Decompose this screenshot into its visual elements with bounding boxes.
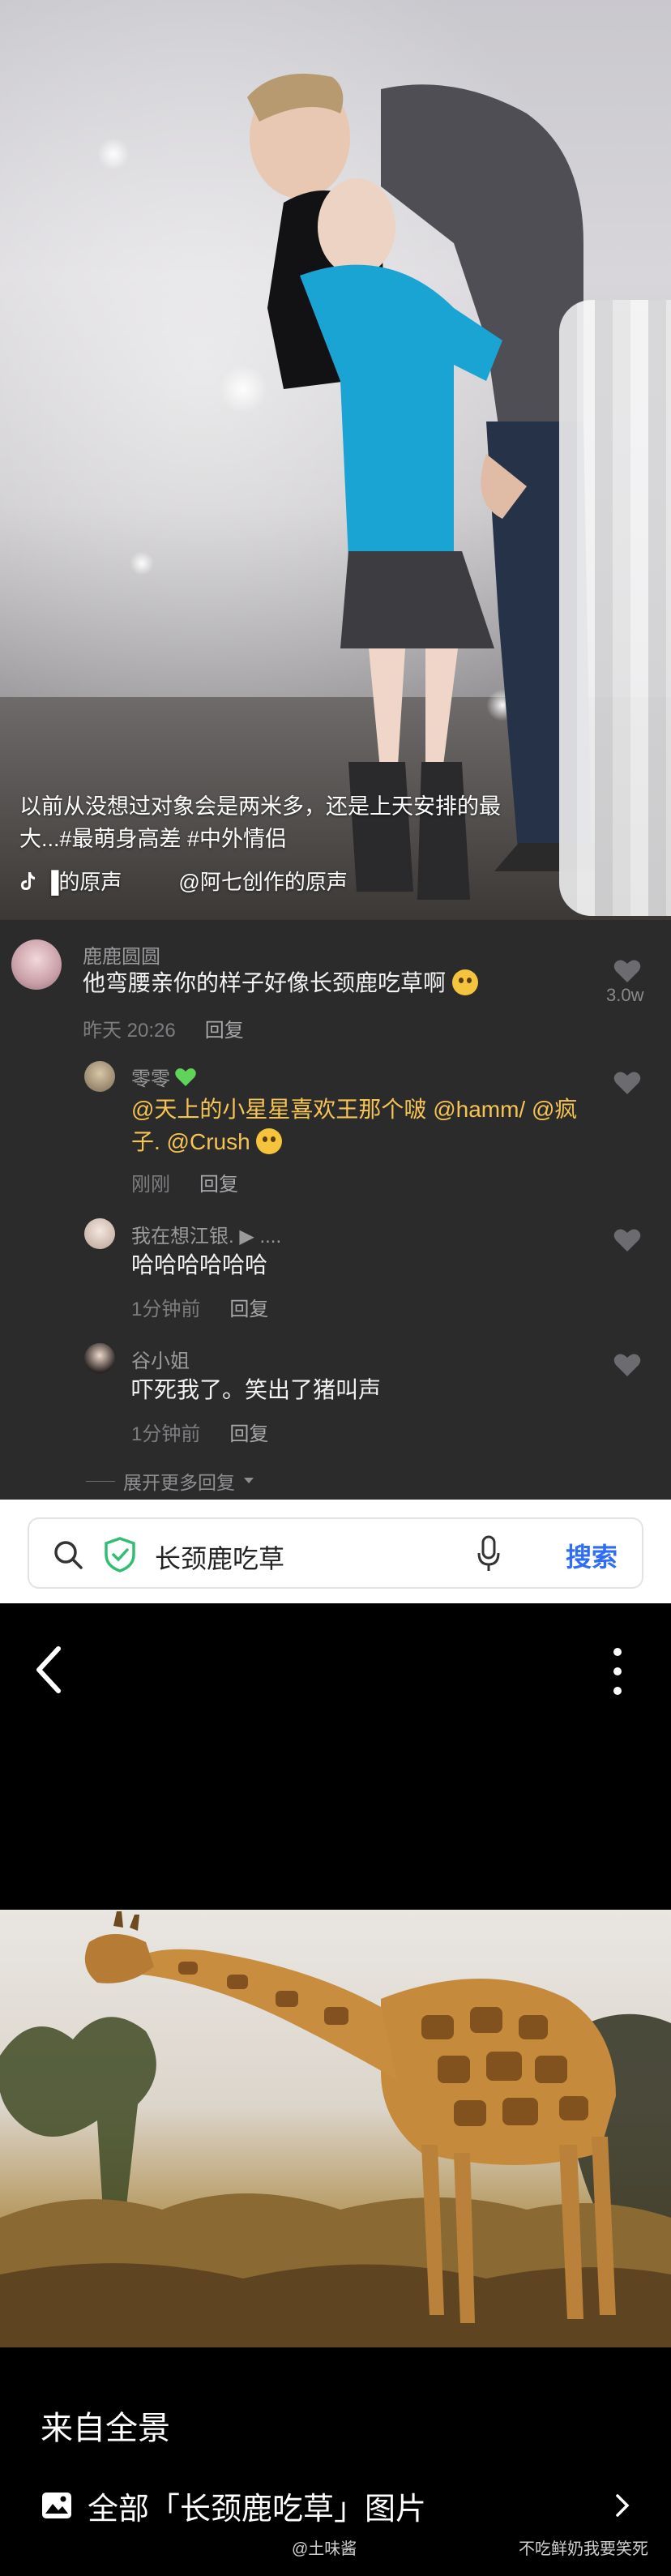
comment-time: 1分钟前 xyxy=(131,1299,201,1320)
tiktok-icon xyxy=(21,871,35,890)
chevron-down-icon xyxy=(244,1478,254,1483)
avatar[interactable] xyxy=(84,1343,115,1374)
video-caption: 以前从没想过对象会是两米多，还是上天安排的最大...#最萌身高差 #中外情侣 xyxy=(19,794,501,851)
expand-more-replies[interactable]: 展开更多回复 xyxy=(86,1467,254,1495)
more-options-icon[interactable] xyxy=(608,1645,627,1697)
image-icon xyxy=(42,2493,71,2518)
comment-username[interactable]: 我在想江银. ▶ .... xyxy=(131,1220,281,1248)
back-arrow-icon[interactable] xyxy=(32,1645,65,1694)
microphone-icon[interactable] xyxy=(477,1535,501,1573)
shy-emoji-icon xyxy=(451,969,478,995)
all-images-label: 全部「长颈鹿吃草」图片 xyxy=(88,2492,427,2527)
like-heart-icon[interactable] xyxy=(613,1353,641,1377)
video-music-row[interactable]: ▐的原声 @阿七创作的原声 xyxy=(19,866,348,896)
watermark-right: 不吃鲜奶我要笑死 xyxy=(519,2540,648,2558)
music-author: @阿七创作的原声 xyxy=(178,870,348,894)
reply-button[interactable]: 回复 xyxy=(229,1418,268,1446)
laugh-emoji-icon xyxy=(256,1128,283,1154)
chevron-right-icon xyxy=(616,2494,630,2517)
mosaic-blur xyxy=(559,300,671,916)
like-heart-icon[interactable] xyxy=(613,959,641,983)
comment-time: 1分钟前 xyxy=(131,1423,201,1445)
search-bar-area: 长颈鹿吃草 搜索 xyxy=(0,1500,671,1603)
comment-text: @天上的小星星喜欢王那个啵 @hamm/ @疯子. @Crush xyxy=(131,1093,601,1158)
expand-label: 展开更多回复 xyxy=(123,1472,235,1493)
comment-meta: 1分钟前 回复 xyxy=(131,1293,268,1321)
comment-username-row[interactable]: 零零 xyxy=(131,1063,196,1091)
search-icon xyxy=(54,1541,83,1569)
comment-meta: 刚刚 回复 xyxy=(131,1168,238,1196)
comment-text: 哈哈哈哈哈哈 xyxy=(131,1252,268,1277)
comment-username[interactable]: 谷小姐 xyxy=(131,1345,190,1373)
green-heart-icon xyxy=(175,1068,196,1086)
comment-text: 吓死我了。笑出了猪叫声 xyxy=(131,1377,382,1402)
shield-check-icon xyxy=(105,1537,135,1573)
reply-button[interactable]: 回复 xyxy=(199,1168,238,1196)
reply-button[interactable]: 回复 xyxy=(229,1293,268,1321)
like-heart-icon[interactable] xyxy=(613,1228,641,1252)
watermark-left: @土味酱 xyxy=(292,2540,357,2558)
like-heart-icon[interactable] xyxy=(613,1071,641,1095)
search-input[interactable]: 长颈鹿吃草 xyxy=(155,1538,284,1576)
like-count: 3.0w xyxy=(606,985,644,1005)
comment-username: 零零 xyxy=(131,1068,170,1090)
comment-text-body: 他弯腰亲你的样子好像长颈鹿吃草啊 xyxy=(83,970,447,995)
giraffe-illustration xyxy=(0,1911,671,2347)
comment-mentions[interactable]: @天上的小星星喜欢王那个啵 @hamm/ @疯子. @Crush xyxy=(131,1097,577,1154)
comment-meta: 昨天 20:26 回复 xyxy=(83,1014,244,1042)
search-button[interactable]: 搜索 xyxy=(566,1537,618,1574)
giraffe-photo[interactable] xyxy=(0,1910,671,2347)
all-images-link[interactable]: 全部「长颈鹿吃草」图片 xyxy=(41,2485,630,2527)
avatar[interactable] xyxy=(84,1218,115,1249)
image-viewer: 来自全景 全部「长颈鹿吃草」图片 @土味酱 不吃鲜奶我要笑死 xyxy=(0,1603,671,2576)
comment-section: 鹿鹿圆圆 他弯腰亲你的样子好像长颈鹿吃草啊 昨天 20:26 回复 3.0w 零… xyxy=(0,920,671,1500)
comment-time: 昨天 20:26 xyxy=(83,1020,176,1042)
source-label: 来自全景 xyxy=(41,2411,170,2446)
music-title: ▐的原声 xyxy=(44,870,122,894)
avatar[interactable] xyxy=(84,1061,115,1092)
divider xyxy=(86,1480,115,1482)
avatar[interactable] xyxy=(11,939,62,990)
video-frame[interactable]: 以前从没想过对象会是两米多，还是上天安排的最大...#最萌身高差 #中外情侣 ▐… xyxy=(0,0,671,920)
comment-username[interactable]: 鹿鹿圆圆 xyxy=(83,940,160,969)
reply-button[interactable]: 回复 xyxy=(205,1014,244,1042)
comment-text: 他弯腰亲你的样子好像长颈鹿吃草啊 xyxy=(83,967,478,999)
comment-time: 刚刚 xyxy=(131,1174,170,1196)
search-box[interactable]: 长颈鹿吃草 搜索 xyxy=(28,1517,643,1589)
comment-meta: 1分钟前 回复 xyxy=(131,1418,268,1446)
